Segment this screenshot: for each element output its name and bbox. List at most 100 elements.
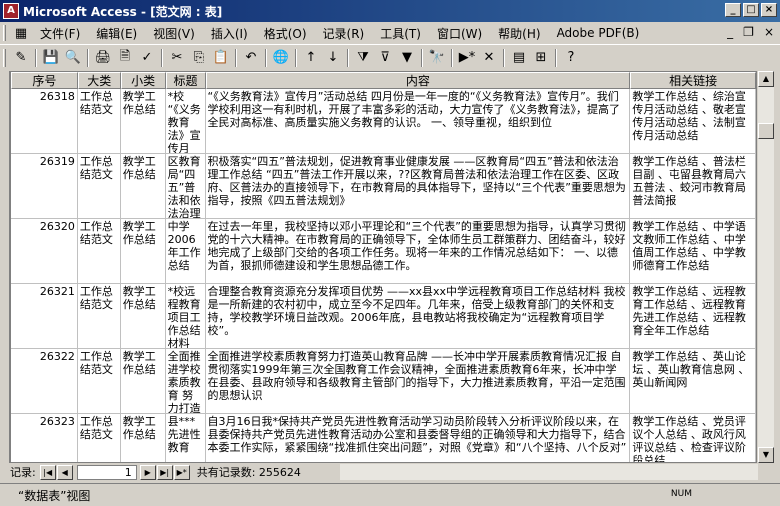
scroll-thumb[interactable] [758, 123, 774, 139]
table-row[interactable]: 26321 工作总结范文 教学工作总结 *校远程教育项目工作总结材料 合理整合教… [11, 284, 756, 349]
save-icon[interactable]: 💾 [41, 48, 61, 68]
cell-title[interactable]: 全面推进学校素质教育 努力打造 [166, 349, 206, 413]
column-header-links[interactable]: 相关链接 [630, 72, 756, 89]
cell-category[interactable]: 工作总结范文 [78, 349, 121, 413]
cell-content[interactable]: 合理整合教育资源充分发挥项目优势 ——xx县xx中学远程教育项目工作总结材料 我… [206, 284, 631, 348]
previous-record-icon[interactable]: ◀ [56, 464, 73, 480]
view-design-icon[interactable]: ✎ [11, 48, 31, 68]
cell-id[interactable]: 26320 [11, 219, 78, 283]
cell-subcategory[interactable]: 教学工作总结 [121, 414, 166, 462]
first-record-icon[interactable]: |◀ [39, 464, 56, 480]
datasheet-icon[interactable]: ▦ [11, 23, 31, 43]
menu-file[interactable]: 文件(F) [32, 23, 88, 44]
print-icon[interactable]: 🖨 [93, 48, 113, 68]
cell-subcategory[interactable]: 教学工作总结 [121, 89, 166, 153]
cell-subcategory[interactable]: 教学工作总结 [121, 284, 166, 348]
database-window-icon[interactable]: ▤ [509, 48, 529, 68]
cell-subcategory[interactable]: 教学工作总结 [121, 349, 166, 413]
current-record-field[interactable]: 1 [76, 464, 137, 480]
column-header-id[interactable]: 序号 [11, 72, 78, 89]
cell-id[interactable]: 26322 [11, 349, 78, 413]
cell-content[interactable]: “《义务教育法》宣传月”活动总结 四月份是一年一度的“《义务教育法》宣传月”。我… [206, 89, 631, 153]
copy-icon[interactable]: ⎘ [189, 48, 209, 68]
cell-id[interactable]: 26318 [11, 89, 78, 153]
cell-title[interactable]: *校远程教育项目工作总结材料 [166, 284, 206, 348]
cell-links[interactable]: 教学工作总结 、党员评议个人总结 、政风行风评议总结 、检查评议阶段总结 [630, 414, 756, 462]
cut-icon[interactable]: ✂ [167, 48, 187, 68]
cell-id[interactable]: 26323 [11, 414, 78, 462]
table-row[interactable]: 26318 工作总结范文 教学工作总结 *校 “《义务教育法》宣传月 “《义务教… [11, 89, 756, 154]
cell-category[interactable]: 工作总结范文 [78, 284, 121, 348]
cell-links[interactable]: 教学工作总结 、远程教育工作总结 、远程教育先进工作总结 、远程教育全年工作总结 [630, 284, 756, 348]
last-record-icon[interactable]: ▶| [156, 464, 173, 480]
cell-content[interactable]: 全面推进学校素质教育努力打造英山教育品牌 ——长冲中学开展素质教育情况汇报 自贯… [206, 349, 631, 413]
cell-links[interactable]: 教学工作总结 、英山论坛 、英山教育信息网 、英山新闻网 [630, 349, 756, 413]
menu-view[interactable]: 视图(V) [145, 23, 203, 44]
filter-by-form-icon[interactable]: ⊽ [375, 48, 395, 68]
new-record-nav-icon[interactable]: ▶* [173, 464, 190, 480]
vertical-scrollbar[interactable]: ▲ ▼ [757, 71, 774, 463]
search-file-icon[interactable]: 🔍 [63, 48, 83, 68]
column-header-content[interactable]: 内容 [205, 72, 631, 89]
cell-title[interactable]: 中学2006年工作总结 [166, 219, 206, 283]
help-icon[interactable]: ? [561, 48, 581, 68]
cell-id[interactable]: 26319 [11, 154, 78, 218]
cell-links[interactable]: 教学工作总结 、普法栏目副 、屯留县教育局六五普法 、蛟河市教育局普法简报 [630, 154, 756, 218]
cell-content[interactable]: 积极落实“四五”普法规划，促进教育事业健康发展 ——区教育局“四五”普法和依法治… [206, 154, 631, 218]
sort-ascending-icon[interactable]: ↑ [301, 48, 321, 68]
apply-filter-icon[interactable]: ▼ [397, 48, 417, 68]
menu-records[interactable]: 记录(R) [315, 23, 373, 44]
cell-title[interactable]: 区教育局“四五”普法和依法治理 [166, 154, 206, 218]
doc-restore-icon[interactable]: ❐ [743, 25, 754, 39]
column-header-title[interactable]: 标题 [165, 72, 206, 89]
menu-edit[interactable]: 编辑(E) [88, 23, 145, 44]
table-row[interactable]: 26323 工作总结范文 教学工作总结 县***先进性教育 自3月16日我*保持… [11, 414, 756, 462]
cell-content[interactable]: 在过去一年里，我校坚持以邓小平理论和“三个代表”的重要思想为指导，认真学习贯彻党… [206, 219, 631, 283]
table-row[interactable]: 26322 工作总结范文 教学工作总结 全面推进学校素质教育 努力打造 全面推进… [11, 349, 756, 414]
cell-subcategory[interactable]: 教学工作总结 [121, 219, 166, 283]
menu-format[interactable]: 格式(O) [256, 23, 315, 44]
sort-descending-icon[interactable]: ↓ [323, 48, 343, 68]
paste-icon[interactable]: 📋 [211, 48, 231, 68]
delete-record-icon[interactable]: ✕ [479, 48, 499, 68]
menu-insert[interactable]: 插入(I) [203, 23, 256, 44]
minimize-button[interactable]: _ [725, 3, 741, 17]
table-row[interactable]: 26319 工作总结范文 教学工作总结 区教育局“四五”普法和依法治理 积极落实… [11, 154, 756, 219]
column-header-category[interactable]: 大类 [77, 72, 121, 89]
scroll-up-icon[interactable]: ▲ [758, 71, 774, 87]
doc-minimize-icon[interactable]: _ [727, 25, 733, 39]
new-object-icon[interactable]: ⊞ [531, 48, 551, 68]
cell-id[interactable]: 26321 [11, 284, 78, 348]
cell-links[interactable]: 教学工作总结 、综治宣传月活动总结 、敬老宣传月活动总结 、法制宣传月活动总结 [630, 89, 756, 153]
menu-window[interactable]: 窗口(W) [429, 23, 490, 44]
column-header-subcategory[interactable]: 小类 [120, 72, 166, 89]
access-app-icon[interactable]: A [3, 3, 19, 19]
spelling-icon[interactable]: ✓ [137, 48, 157, 68]
new-record-icon[interactable]: ▶* [457, 48, 477, 68]
cell-category[interactable]: 工作总结范文 [78, 219, 121, 283]
find-icon[interactable]: 🔭 [427, 48, 447, 68]
doc-close-icon[interactable]: × [764, 25, 774, 39]
menu-tools[interactable]: 工具(T) [372, 23, 429, 44]
cell-category[interactable]: 工作总结范文 [78, 154, 121, 218]
cell-category[interactable]: 工作总结范文 [78, 414, 121, 462]
next-record-icon[interactable]: ▶ [139, 464, 156, 480]
print-preview-icon[interactable]: 🗎 [115, 48, 135, 68]
maximize-button[interactable]: □ [743, 3, 759, 17]
close-button[interactable]: × [761, 3, 777, 17]
cell-title[interactable]: *校 “《义务教育法》宣传月 [166, 89, 206, 153]
scroll-down-icon[interactable]: ▼ [758, 447, 774, 463]
cell-title[interactable]: 县***先进性教育 [166, 414, 206, 462]
cell-category[interactable]: 工作总结范文 [78, 89, 121, 153]
hyperlink-icon[interactable]: 🌐 [271, 48, 291, 68]
filter-by-selection-icon[interactable]: ⧩ [353, 48, 373, 68]
undo-icon[interactable]: ↶ [241, 48, 261, 68]
cell-subcategory[interactable]: 教学工作总结 [121, 154, 166, 218]
cell-links[interactable]: 教学工作总结 、中学语文教师工作总结 、中学值周工作总结 、中学教师德育工作总结 [630, 219, 756, 283]
horizontal-scrollbar[interactable] [340, 464, 758, 480]
record-selector-column[interactable] [0, 71, 10, 463]
menubar-grip[interactable] [3, 25, 6, 41]
toolbar-grip[interactable] [3, 48, 6, 67]
menu-adobe-pdf[interactable]: Adobe PDF(B) [549, 24, 648, 42]
menu-help[interactable]: 帮助(H) [490, 23, 548, 44]
